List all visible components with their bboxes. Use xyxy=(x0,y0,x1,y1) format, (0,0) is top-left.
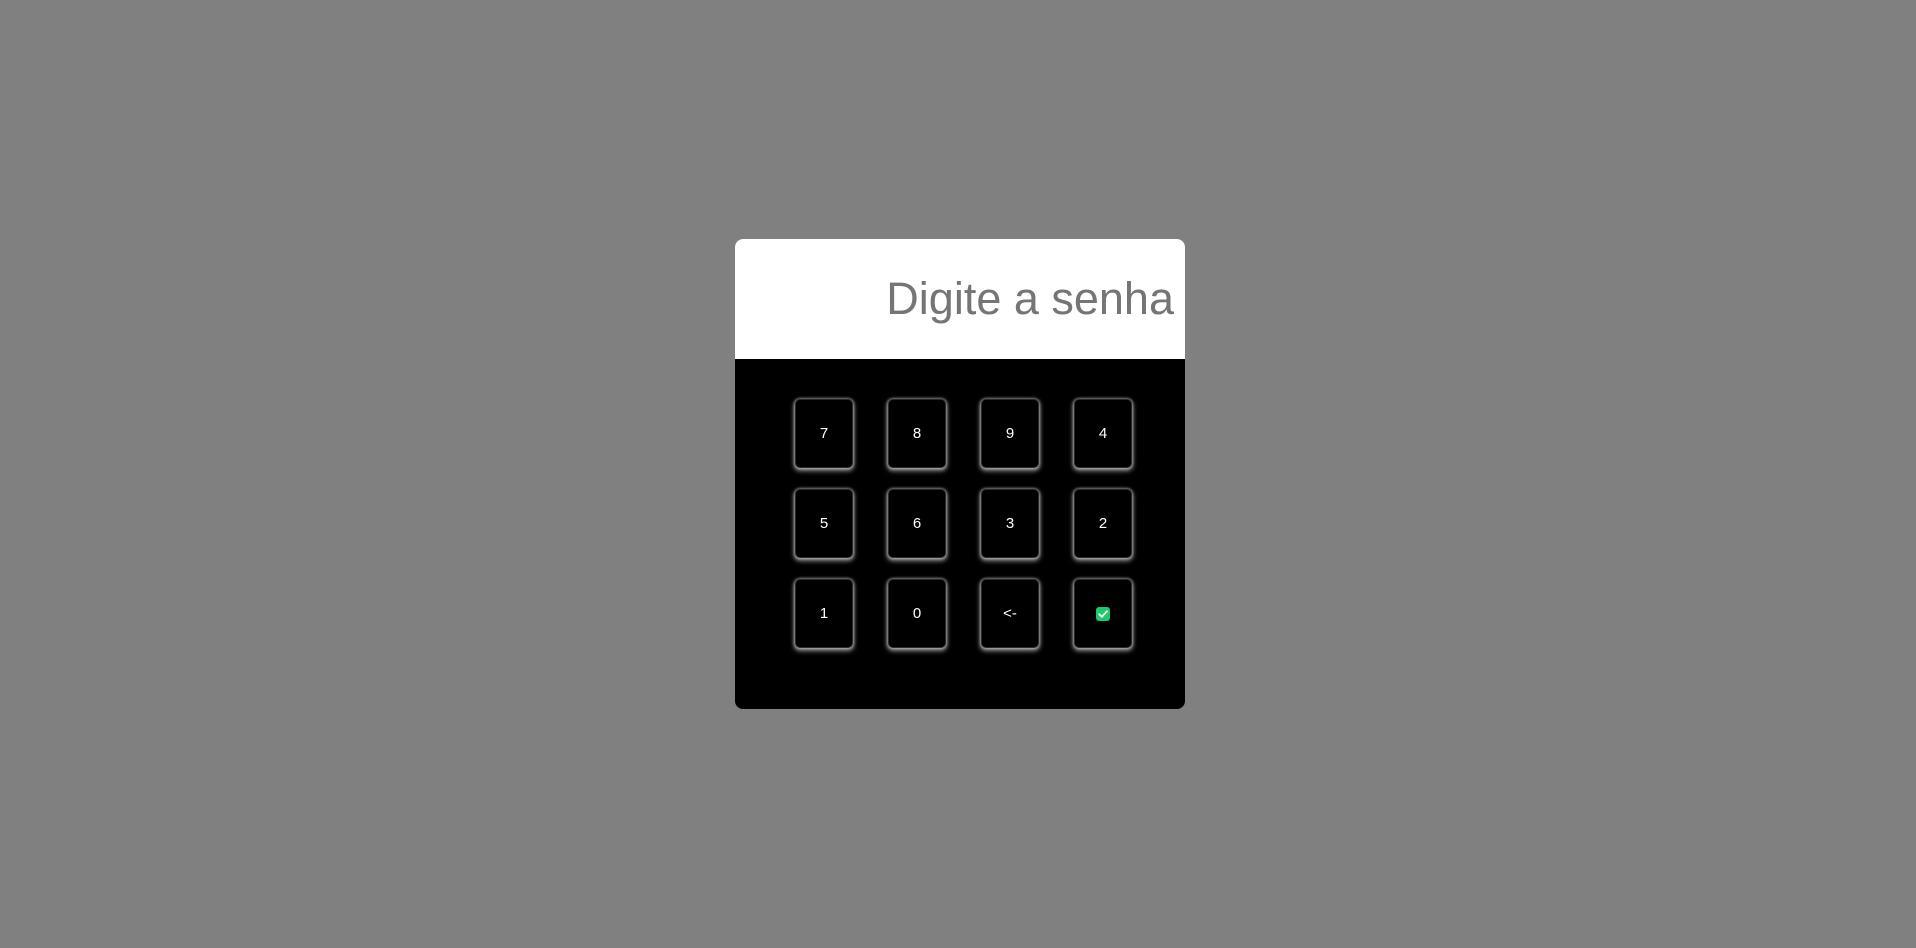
check-square-icon xyxy=(1095,606,1111,622)
key-4[interactable]: 4 xyxy=(1074,399,1132,468)
key-2[interactable]: 2 xyxy=(1074,489,1132,558)
password-keypad-panel: 7 8 9 4 5 6 3 2 1 0 <- xyxy=(735,239,1185,709)
key-6[interactable]: 6 xyxy=(888,489,946,558)
key-8[interactable]: 8 xyxy=(888,399,946,468)
keypad: 7 8 9 4 5 6 3 2 1 0 <- xyxy=(795,399,1132,651)
backspace-key[interactable]: <- xyxy=(981,579,1039,648)
password-input[interactable] xyxy=(735,239,1185,359)
key-5[interactable]: 5 xyxy=(795,489,853,558)
key-1[interactable]: 1 xyxy=(795,579,853,648)
key-9[interactable]: 9 xyxy=(981,399,1039,468)
key-0[interactable]: 0 xyxy=(888,579,946,648)
key-3[interactable]: 3 xyxy=(981,489,1039,558)
key-7[interactable]: 7 xyxy=(795,399,853,468)
password-display xyxy=(735,239,1185,359)
confirm-button[interactable] xyxy=(1074,579,1132,648)
